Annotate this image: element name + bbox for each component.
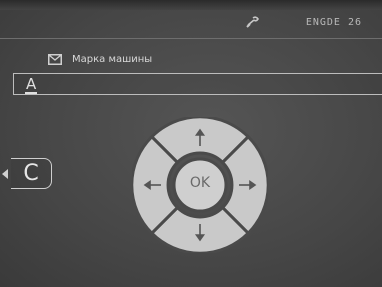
display-screen: ENGDE 26 Марка машины A C OK <box>0 0 382 287</box>
back-button-label: C <box>23 160 39 186</box>
back-button[interactable]: C <box>2 158 52 189</box>
status-bar: ENGDE 26 <box>0 12 382 36</box>
field-label: Марка машины <box>72 53 153 65</box>
back-arrow-icon <box>2 169 8 179</box>
envelope-icon <box>48 53 62 65</box>
text-cursor <box>25 92 37 94</box>
wrench-icon <box>246 16 259 28</box>
car-brand-input[interactable]: A <box>13 73 382 95</box>
ok-button[interactable] <box>172 157 228 213</box>
input-value: A <box>26 75 37 93</box>
direction-pad: OK <box>132 117 268 253</box>
header-divider <box>0 38 382 39</box>
field-label-row: Марка машины <box>48 51 152 67</box>
top-banner <box>0 0 382 10</box>
status-text: ENGDE 26 <box>305 17 362 28</box>
